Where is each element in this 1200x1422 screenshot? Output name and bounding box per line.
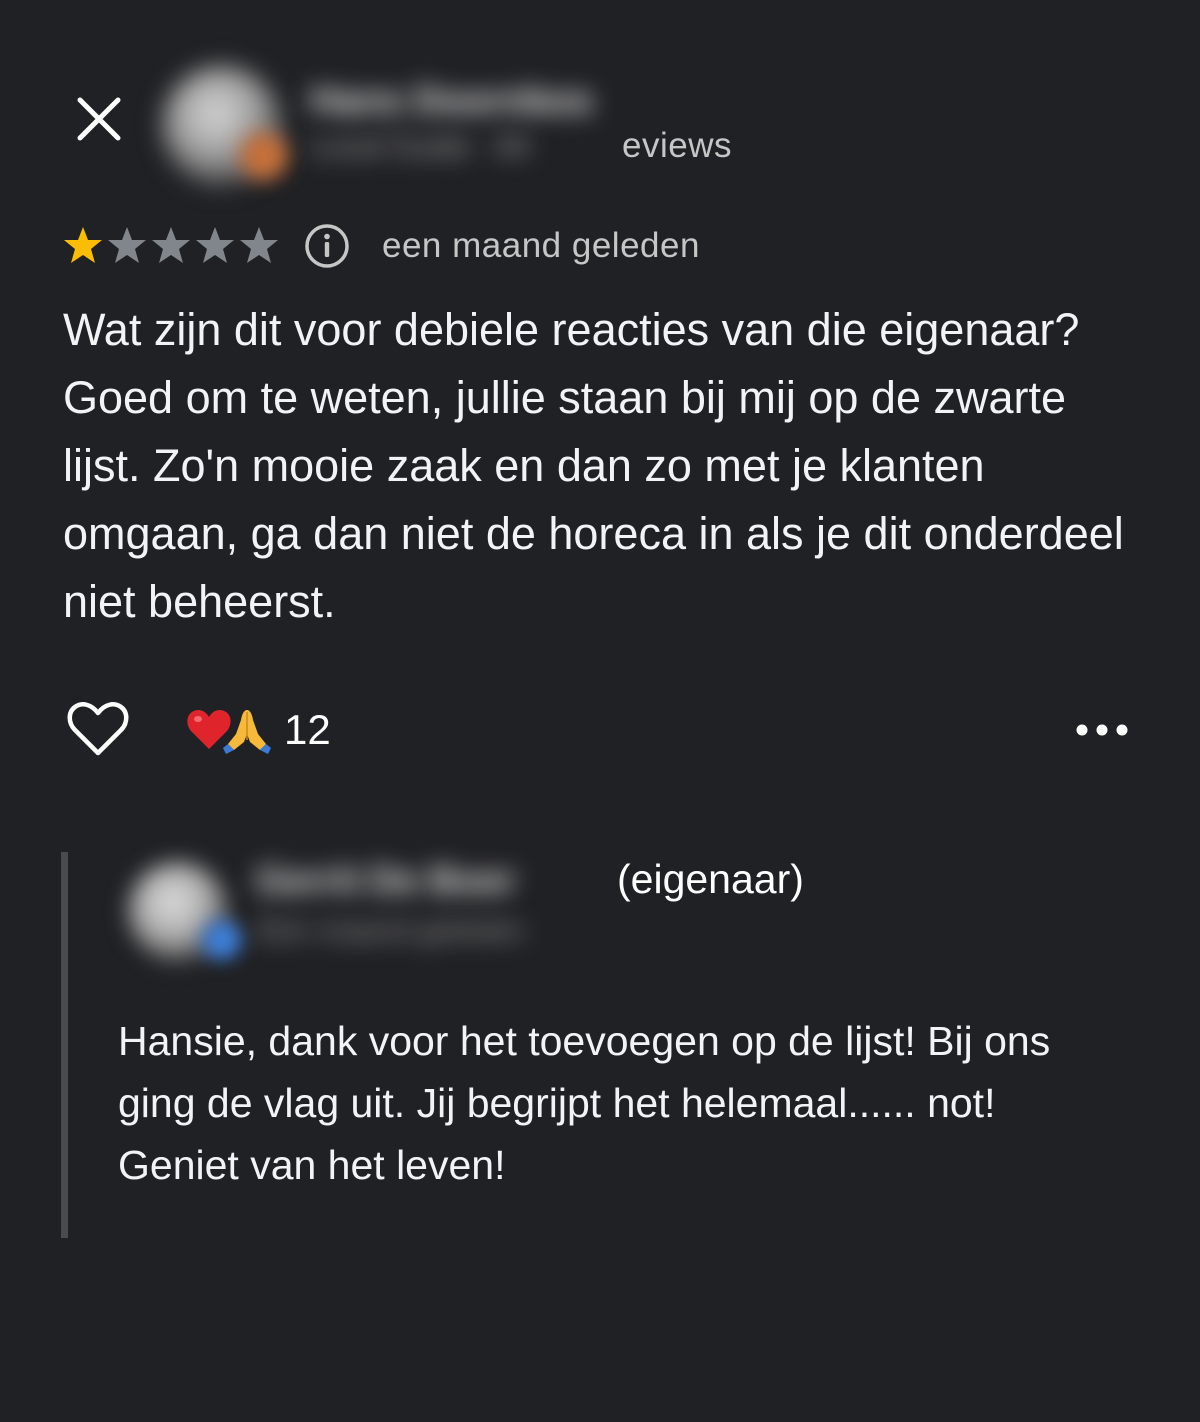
reviewer-header[interactable]: Hans Doornbos Local Guide · 84 (140, 50, 630, 186)
local-guide-badge-icon (240, 132, 288, 180)
star-empty-icon (108, 227, 146, 263)
star-rating (62, 225, 282, 267)
owner-reply-text: Hansie, dank voor het toevoegen op de li… (118, 1018, 1051, 1188)
reviewer-meta: Local Guide · 84 (310, 130, 531, 163)
more-options-button[interactable] (1072, 712, 1132, 748)
like-button[interactable] (66, 698, 130, 762)
owner-name: Gerrit De Boer (256, 860, 516, 902)
reactions-summary[interactable]: 12 (186, 702, 331, 758)
reaction-count: 12 (284, 706, 331, 753)
star-empty-icon (196, 227, 234, 263)
star-empty-icon (240, 227, 278, 263)
info-icon[interactable] (304, 223, 350, 269)
more-horizontal-icon (1076, 724, 1128, 736)
review-date: een maand geleden (382, 226, 700, 265)
reply-divider (61, 852, 68, 1238)
review-text: Wat zijn dit voor debiele reacties van d… (63, 304, 1124, 627)
star-empty-icon (152, 227, 190, 263)
close-icon (77, 97, 121, 141)
owner-header: Gerrit De Boer Eén maand geleden (120, 840, 614, 962)
owner-badge-icon (202, 920, 242, 960)
owner-label: (eigenaar) (617, 856, 804, 902)
heart-outline-icon (67, 702, 129, 756)
owner-reply-date: Eén maand geleden (256, 914, 525, 947)
reviewer-reviews-count: eviews (622, 126, 732, 165)
star-filled-icon (64, 227, 102, 263)
praying-hands-emoji-icon (223, 710, 271, 754)
close-button[interactable] (70, 90, 128, 148)
reviewer-name[interactable]: Hans Doornbos (310, 80, 593, 122)
review-detail-page: Hans Doornbos Local Guide · 84 eviews ee… (0, 0, 1200, 1422)
rating-row: een maand geleden (62, 222, 700, 270)
